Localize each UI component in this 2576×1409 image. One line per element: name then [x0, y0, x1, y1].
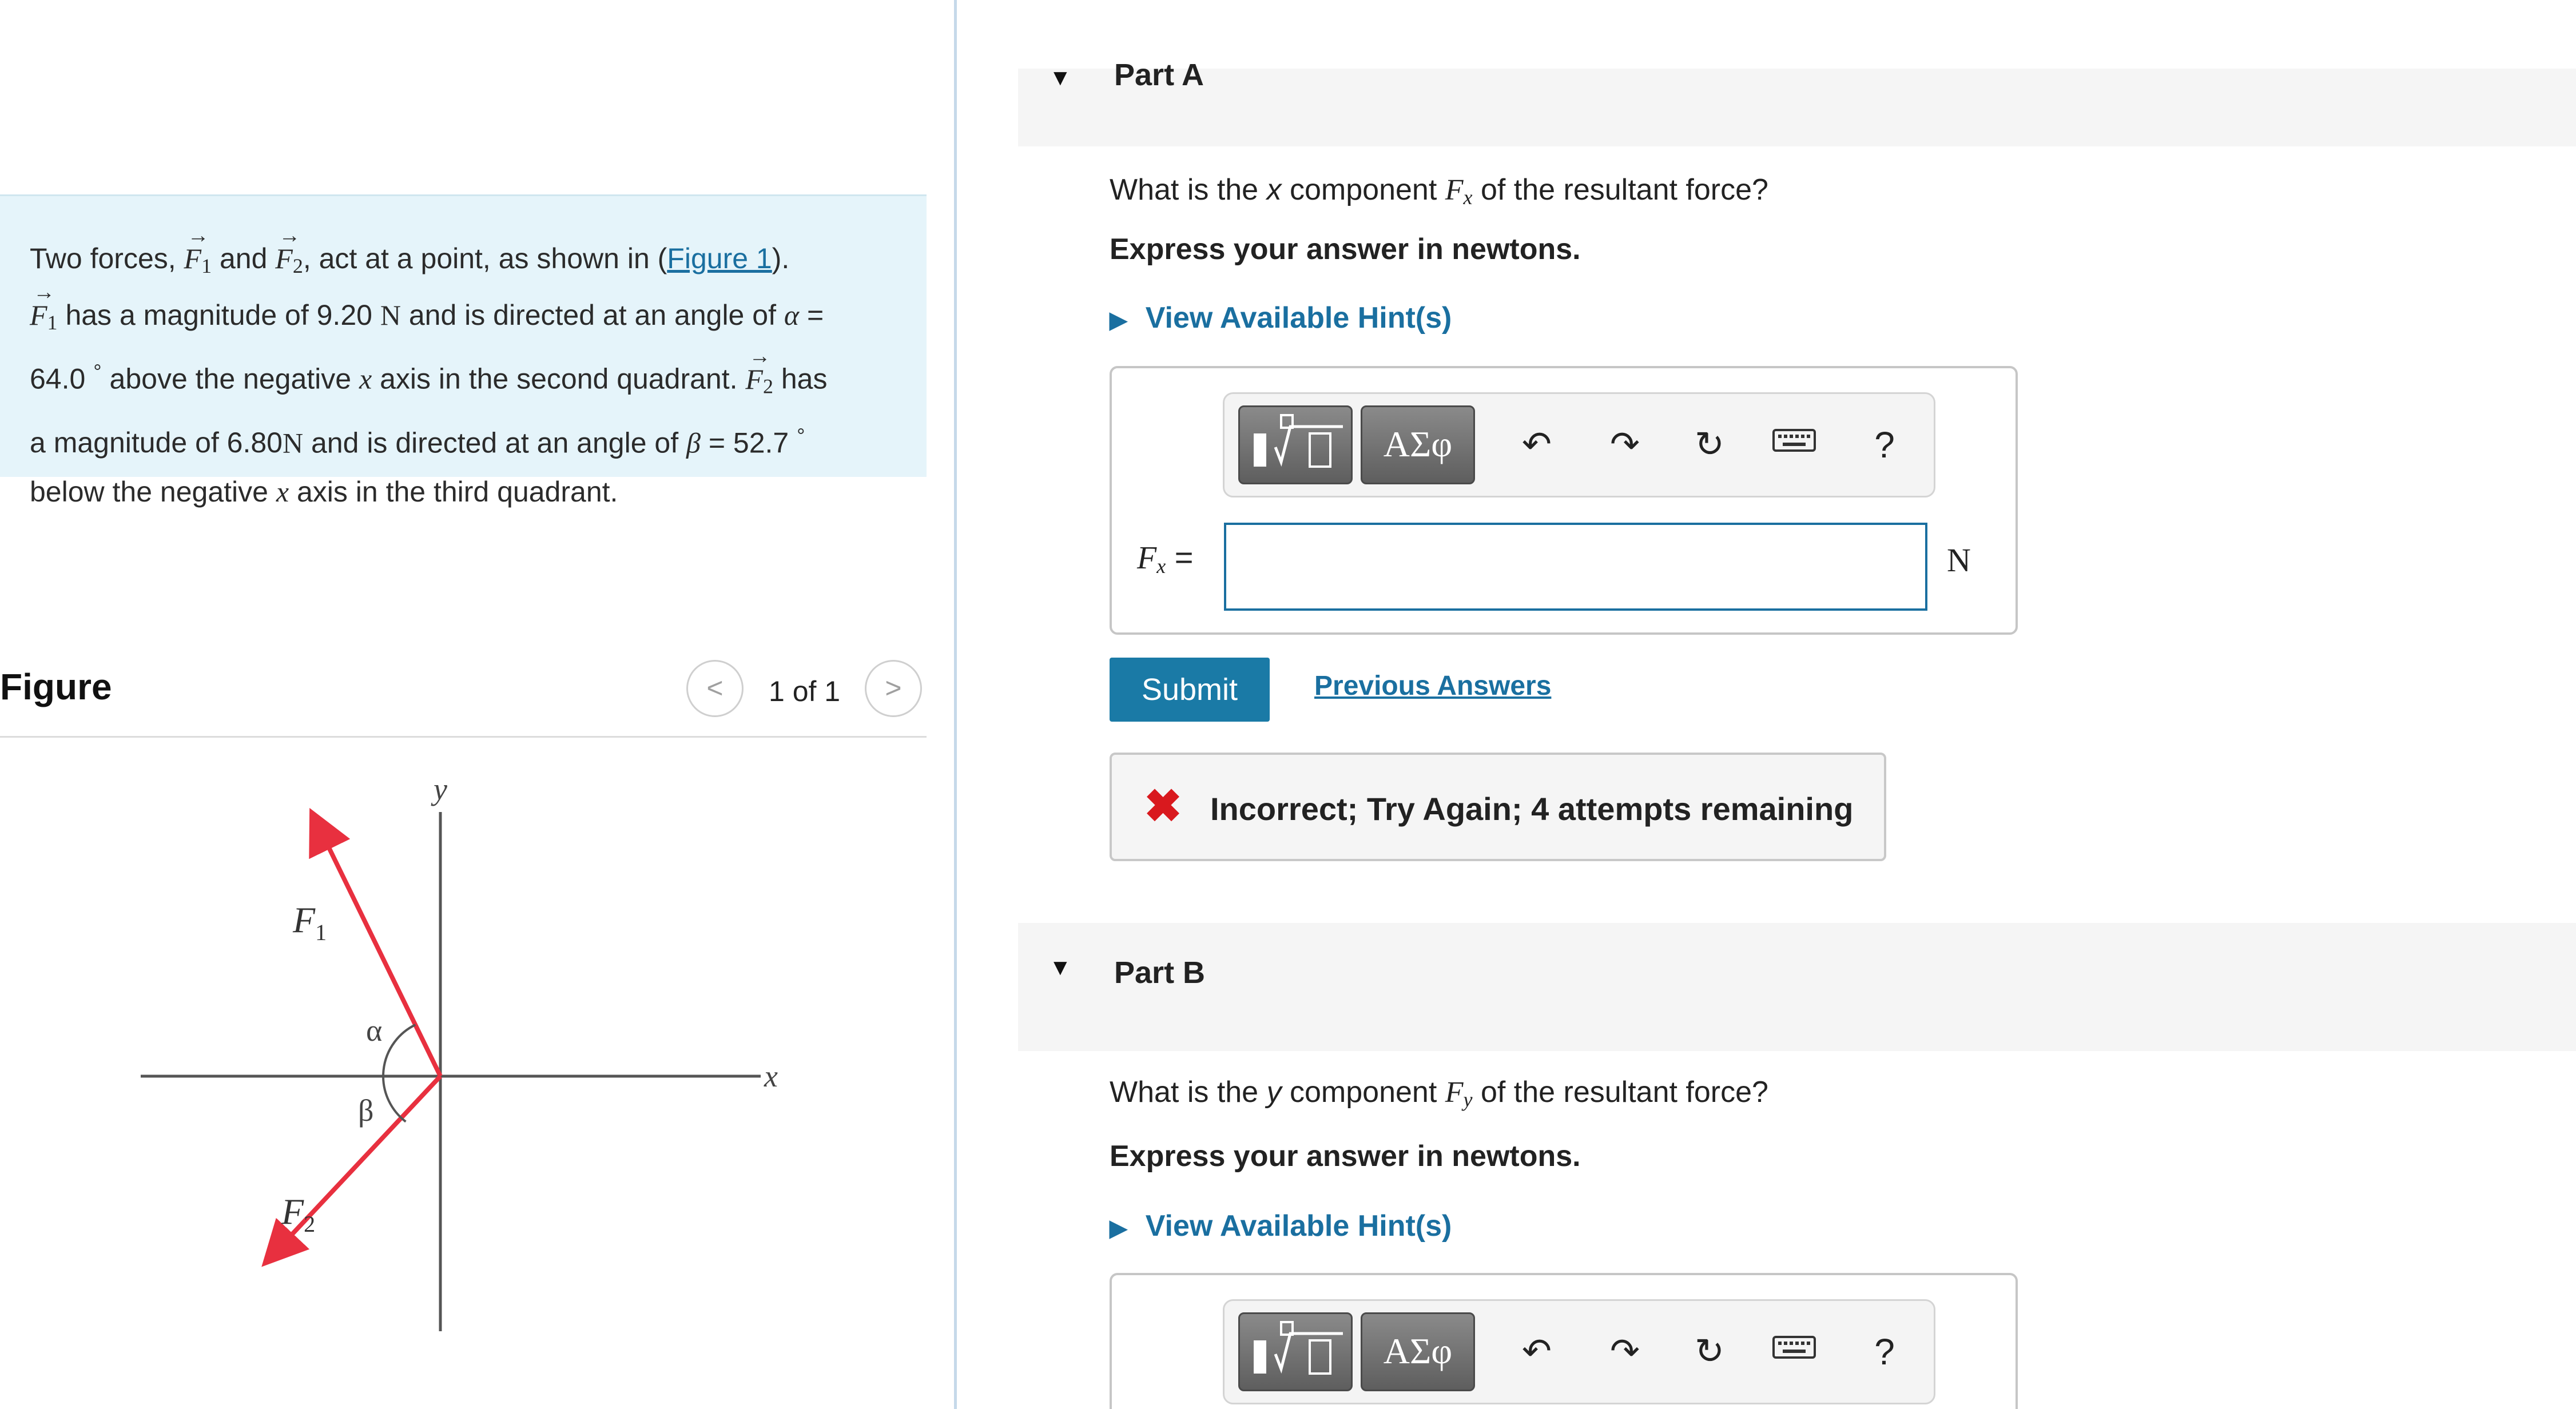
part-b-title: Part B	[1114, 956, 1206, 990]
symbols-button[interactable]: ΑΣφ	[1361, 1312, 1475, 1391]
force-diagram: y x α β F1 F2	[141, 772, 778, 1331]
part-b-instruction: Express your answer in newtons.	[1110, 1140, 1581, 1173]
problem-text: Two forces, F1 and F2, act at a point, a…	[30, 211, 911, 516]
keyboard-icon[interactable]	[1766, 419, 1823, 471]
undo-icon[interactable]: ↶	[1508, 419, 1565, 471]
part-a-answer-label: Fx =	[1137, 539, 1194, 578]
figure-prev-button[interactable]: <	[686, 660, 744, 717]
problem-text-4: has a magnitude of 9.20	[57, 299, 380, 331]
unit-newton: N	[380, 299, 401, 331]
symbols-button[interactable]: ΑΣφ	[1361, 405, 1475, 484]
caret-down-icon: ▼	[1049, 65, 1072, 90]
part-a-hint-link[interactable]: ▶ View Available Hint(s)	[1110, 301, 1452, 335]
alpha-label: α	[366, 1013, 382, 1048]
math-toolbar: ΑΣφ ↶ ↷ ↻ ?	[1223, 1299, 1935, 1404]
y-axis-label: y	[431, 772, 447, 806]
chevron-right-icon: >	[885, 672, 902, 704]
x-axis-ref-2: x	[276, 476, 289, 508]
equals-sign: =	[799, 299, 824, 331]
reset-icon[interactable]: ↻	[1681, 419, 1738, 471]
undo-icon[interactable]: ↶	[1508, 1326, 1565, 1378]
error-icon: ✖	[1144, 781, 1183, 831]
degree-symbol: °	[93, 360, 102, 383]
hint-label: View Available Hint(s)	[1145, 301, 1452, 335]
beta-label: β	[358, 1093, 373, 1128]
caret-right-icon: ▶	[1110, 1216, 1127, 1241]
alpha-symbol: α	[784, 299, 800, 331]
problem-text-7: axis in the second quadrant.	[372, 363, 746, 395]
beta-symbol: β	[686, 427, 701, 459]
previous-answers-link[interactable]: Previous Answers	[1314, 670, 1551, 702]
help-icon[interactable]: ?	[1856, 419, 1913, 471]
alpha-value: 64.0	[30, 363, 86, 395]
problem-text-9: and is directed at an angle of	[303, 427, 687, 459]
problem-text-5: and is directed at an angle of	[400, 299, 784, 331]
feedback-text: Incorrect; Try Again; 4 attempts remaini…	[1210, 791, 1854, 827]
f1-label: F1	[292, 899, 327, 945]
problem-text-6: above the negative	[101, 363, 359, 395]
figure-header: Figure < 1 of 1 >	[0, 652, 927, 738]
redo-icon[interactable]: ↷	[1596, 1326, 1653, 1378]
part-b-hint-link[interactable]: ▶ View Available Hint(s)	[1110, 1209, 1452, 1243]
f2-symbol-2: F	[745, 332, 770, 404]
part-a-answer-input[interactable]	[1224, 523, 1927, 611]
part-b-question: What is the y component Fy of the result…	[1110, 1076, 1768, 1111]
figure-pager: 1 of 1	[769, 675, 841, 707]
unit-newton-2: N	[283, 427, 304, 459]
figure-title: Figure	[0, 666, 112, 707]
f2-symbol: F	[275, 211, 300, 283]
chevron-left-icon: <	[706, 672, 723, 704]
templates-button[interactable]	[1238, 405, 1353, 484]
part-b-header[interactable]: ▼ Part B	[1018, 923, 2576, 1051]
problem-text-11: axis in the third quadrant.	[289, 476, 618, 508]
feedback-box: ✖ Incorrect; Try Again; 4 attempts remai…	[1110, 753, 1886, 861]
math-toolbar: ΑΣφ ↶ ↷ ↻ ?	[1223, 392, 1935, 497]
x-axis-label: x	[764, 1059, 778, 1093]
left-pane: Two forces, F1 and F2, act at a point, a…	[0, 0, 956, 1409]
keyboard-icon[interactable]	[1766, 1326, 1823, 1378]
part-a-question: What is the x component Fx of the result…	[1110, 173, 1768, 209]
help-icon[interactable]: ?	[1856, 1326, 1913, 1378]
reset-icon[interactable]: ↻	[1681, 1326, 1738, 1378]
part-a-unit: N	[1947, 542, 1971, 579]
templates-button[interactable]	[1238, 1312, 1353, 1391]
beta-value: = 52.7	[700, 427, 797, 459]
redo-icon[interactable]: ↷	[1596, 419, 1653, 471]
submit-button[interactable]: Submit	[1110, 658, 1270, 722]
caret-right-icon: ▶	[1110, 308, 1127, 333]
templates-icon	[1254, 414, 1343, 468]
x-axis-ref: x	[359, 363, 372, 395]
pane-divider[interactable]	[954, 0, 957, 1409]
part-a-answer-box: ΑΣφ ↶ ↷ ↻ ? Fx = N	[1110, 366, 2018, 635]
part-a-instruction: Express your answer in newtons.	[1110, 233, 1581, 266]
f1-symbol: F	[184, 211, 209, 283]
f2-label: F2	[281, 1191, 315, 1237]
figure-next-button[interactable]: >	[865, 660, 922, 717]
problem-text-10: below the negative	[30, 476, 276, 508]
problem-statement: Two forces, F1 and F2, act at a point, a…	[0, 194, 927, 508]
caret-down-icon: ▼	[1049, 955, 1072, 980]
part-b-answer-box: ΑΣφ ↶ ↷ ↻ ?	[1110, 1273, 2018, 1409]
problem-and: and	[212, 242, 276, 274]
figure-link[interactable]: Figure 1	[667, 242, 772, 274]
hint-label: View Available Hint(s)	[1145, 1209, 1452, 1243]
part-a-title: Part A	[1114, 58, 1204, 92]
templates-icon	[1254, 1321, 1343, 1375]
f1-symbol-2: F	[30, 268, 54, 340]
problem-text-3: ).	[772, 242, 790, 274]
problem-text-2: , act at a point, as shown in (	[303, 242, 667, 274]
part-a-header[interactable]: ▼ Part A	[1018, 58, 2576, 146]
degree-symbol-2: °	[797, 423, 805, 447]
